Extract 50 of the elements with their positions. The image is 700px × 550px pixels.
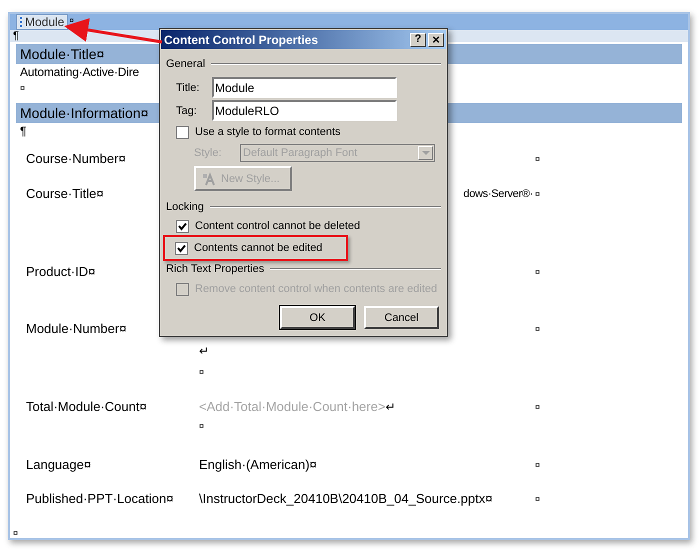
line-break-mark: ↵: [385, 399, 396, 416]
style-icon: [202, 172, 218, 186]
table-cell: Product·ID¤: [26, 263, 96, 281]
cell-end-mark: ¤: [199, 366, 204, 379]
body-text: ¶: [20, 123, 26, 140]
cell-end-mark: ¤: [535, 323, 540, 336]
ok-button[interactable]: OK: [280, 306, 355, 329]
dropdown-arrow-icon: [422, 151, 430, 155]
text-field[interactable]: Module: [212, 77, 397, 98]
table-cell: Language¤: [26, 456, 92, 474]
table-cell: Published·PPT·Location¤: [26, 490, 174, 508]
check-icon: [177, 244, 186, 252]
check-icon: [178, 222, 187, 230]
cell-end-mark: ¤: [535, 459, 540, 472]
dialog-title: Content Control Properties: [164, 32, 320, 46]
cell-end-mark: ¤: [20, 82, 26, 95]
formatting-mark: ¤: [69, 15, 74, 27]
checkbox[interactable]: [176, 220, 189, 232]
checkbox-label: Contents cannot be edited: [194, 241, 322, 255]
checkbox[interactable]: [176, 126, 189, 138]
cell-end-mark: ¤: [535, 401, 540, 414]
checkbox[interactable]: [175, 242, 188, 254]
content-control-tag[interactable]: Module: [16, 14, 68, 30]
checkbox-label: Content control cannot be deleted: [195, 219, 360, 233]
cell-end-mark: ¤: [535, 153, 540, 166]
help-button[interactable]: ?: [410, 32, 426, 46]
checkbox-label: Use a style to format contents: [195, 125, 341, 139]
field-label: Title:: [176, 80, 200, 94]
cell-end-mark: ¤: [535, 266, 540, 279]
table-cell: \InstructorDeck_20410B\20410B_04_Source.pptx¤: [199, 490, 492, 508]
table-cell: Total·Module·Count¤: [26, 398, 147, 416]
cell-end-mark: ¤: [199, 420, 204, 433]
group-label: Locking: [166, 200, 204, 214]
table-cell: Module·Number¤: [26, 320, 126, 338]
cancel-button[interactable]: Cancel: [364, 306, 439, 329]
cell-end-mark: ¤: [535, 493, 540, 506]
body-text: Automating·Active·Dire: [20, 64, 139, 81]
table-cell: Course·Title¤: [26, 185, 104, 203]
group-label: Rich Text Properties: [166, 262, 264, 276]
text-field[interactable]: ModuleRLO: [212, 100, 397, 121]
cell-end-mark: ¤: [13, 528, 18, 538]
line-break-mark: ↵: [199, 343, 209, 360]
field-label: Tag:: [176, 104, 198, 118]
table-cell: Course·Number¤: [26, 150, 126, 168]
table-cell-text: dows·Server®·: [463, 187, 534, 202]
cell-end-mark: ¤: [535, 188, 540, 201]
paragraph-mark: ¶: [13, 30, 19, 42]
table-cell: English·(American)¤: [199, 456, 317, 474]
placeholder-text: <Add·Total·Module·Count·here>: [199, 398, 386, 416]
close-button[interactable]: ×: [428, 32, 444, 46]
